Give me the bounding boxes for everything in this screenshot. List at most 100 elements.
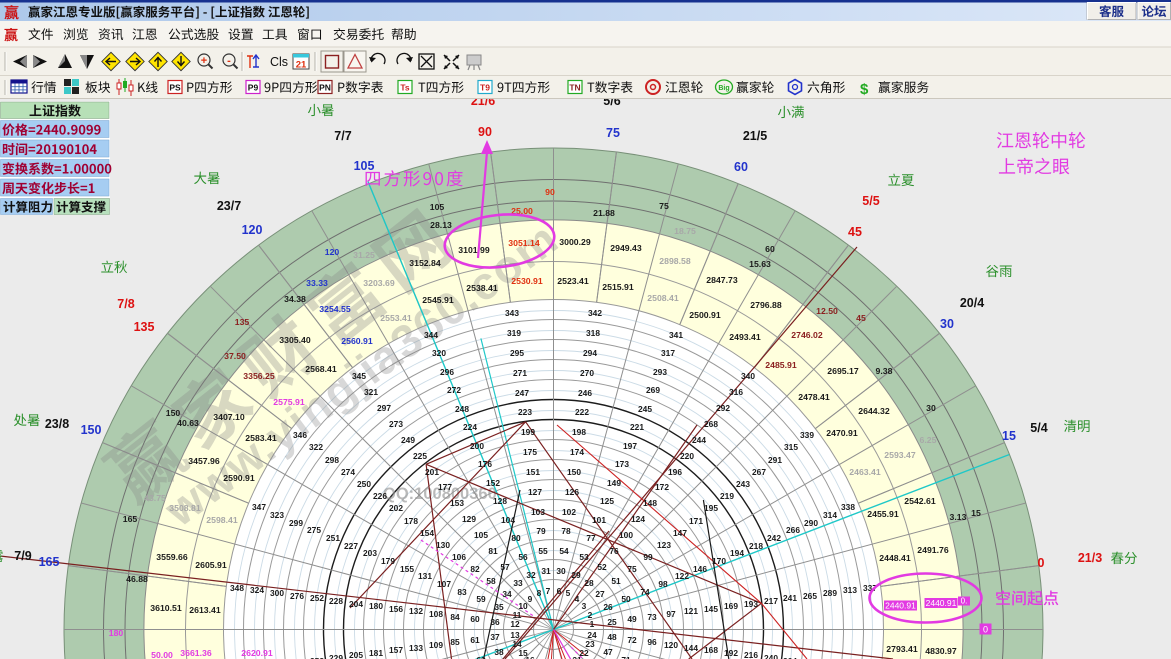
svg-text:146: 146 — [693, 564, 707, 574]
svg-text:18.75: 18.75 — [674, 226, 696, 236]
svg-text:227: 227 — [344, 541, 358, 551]
svg-text:79: 79 — [536, 526, 546, 536]
svg-text:145: 145 — [704, 604, 718, 614]
svg-text:2530.91: 2530.91 — [511, 276, 543, 286]
svg-text:342: 342 — [588, 308, 602, 318]
svg-text:299: 299 — [289, 518, 303, 528]
svg-text:225: 225 — [413, 451, 427, 461]
svg-text:47: 47 — [603, 647, 613, 657]
svg-text:0: 0 — [983, 625, 988, 635]
svg-text:177: 177 — [438, 482, 452, 492]
svg-text:72: 72 — [627, 635, 637, 645]
svg-text:32: 32 — [526, 570, 536, 580]
svg-text:229: 229 — [329, 653, 343, 659]
svg-text:218: 218 — [749, 541, 763, 551]
svg-text:244: 244 — [692, 435, 706, 445]
svg-text:3: 3 — [582, 601, 587, 611]
svg-text:+: + — [201, 55, 207, 67]
svg-text:35: 35 — [494, 602, 504, 612]
svg-text:319: 319 — [507, 328, 521, 338]
svg-text:241: 241 — [783, 593, 797, 603]
svg-text:2440.91: 2440.91 — [885, 601, 916, 611]
svg-text:293: 293 — [653, 367, 667, 377]
svg-text:20/4: 20/4 — [960, 296, 984, 310]
svg-text:269: 269 — [646, 385, 660, 395]
svg-text:121: 121 — [684, 606, 698, 616]
svg-text:2440.91: 2440.91 — [926, 598, 957, 608]
svg-text:96: 96 — [647, 637, 657, 647]
svg-text:273: 273 — [389, 419, 403, 429]
svg-text:296: 296 — [440, 367, 454, 377]
svg-text:7/7: 7/7 — [334, 129, 351, 143]
svg-text:2542.61: 2542.61 — [904, 496, 936, 506]
svg-text:181: 181 — [369, 648, 383, 658]
svg-text:151: 151 — [526, 467, 540, 477]
svg-text:3610.51: 3610.51 — [150, 603, 182, 613]
svg-text:216: 216 — [744, 650, 758, 659]
svg-text:57: 57 — [500, 562, 510, 572]
svg-text:6: 6 — [557, 586, 562, 596]
svg-text:2575.91: 2575.91 — [273, 397, 305, 407]
svg-text:180: 180 — [369, 601, 383, 611]
svg-text:8: 8 — [537, 588, 542, 598]
svg-text:321: 321 — [364, 387, 378, 397]
svg-text:128: 128 — [493, 496, 507, 506]
svg-text:2463.41: 2463.41 — [849, 467, 881, 477]
svg-text:291: 291 — [768, 455, 782, 465]
svg-text:252: 252 — [310, 593, 324, 603]
svg-text:31.25: 31.25 — [353, 250, 375, 260]
svg-text:192: 192 — [724, 648, 738, 658]
svg-text:127: 127 — [528, 487, 542, 497]
svg-text:316: 316 — [729, 387, 743, 397]
svg-text:2: 2 — [588, 610, 593, 620]
svg-text:30: 30 — [940, 317, 954, 331]
svg-text:3051.14: 3051.14 — [508, 238, 540, 248]
svg-text:155: 155 — [400, 564, 414, 574]
svg-text:100: 100 — [619, 530, 633, 540]
svg-text:250: 250 — [357, 479, 371, 489]
svg-text:2523.41: 2523.41 — [557, 276, 589, 286]
svg-text:201: 201 — [425, 467, 439, 477]
svg-text:26: 26 — [603, 602, 613, 612]
svg-text:59: 59 — [476, 594, 486, 604]
svg-text:2590.91: 2590.91 — [223, 473, 255, 483]
svg-text:205: 205 — [349, 650, 363, 659]
svg-text:275: 275 — [307, 525, 321, 535]
svg-text:131: 131 — [418, 571, 432, 581]
svg-text:28.13: 28.13 — [430, 220, 452, 230]
svg-text:T9: T9 — [480, 83, 490, 93]
svg-text:195: 195 — [704, 503, 718, 513]
svg-text:265: 265 — [803, 591, 817, 601]
svg-text:3.13: 3.13 — [950, 512, 967, 522]
svg-text:5: 5 — [566, 588, 571, 598]
svg-text:5/5: 5/5 — [862, 194, 879, 208]
svg-text:28: 28 — [584, 578, 594, 588]
svg-text:55: 55 — [538, 546, 548, 556]
svg-text:340: 340 — [741, 371, 755, 381]
svg-text:125: 125 — [600, 496, 614, 506]
svg-text:268: 268 — [704, 419, 718, 429]
svg-text:7/9: 7/9 — [14, 549, 31, 563]
svg-text:2598.41: 2598.41 — [206, 515, 238, 525]
svg-text:2500.91: 2500.91 — [689, 310, 721, 320]
svg-text:144: 144 — [684, 643, 698, 653]
svg-text:2605.91: 2605.91 — [195, 560, 227, 570]
svg-text:289: 289 — [823, 588, 837, 598]
svg-text:5/4: 5/4 — [1030, 421, 1047, 435]
svg-text:149: 149 — [607, 478, 621, 488]
svg-text:45: 45 — [856, 313, 866, 323]
svg-text:130: 130 — [436, 540, 450, 550]
svg-text:PN: PN — [319, 83, 331, 93]
svg-text:102: 102 — [562, 507, 576, 517]
svg-text:7: 7 — [546, 586, 551, 596]
svg-text:224: 224 — [463, 422, 477, 432]
svg-text:168: 168 — [704, 645, 718, 655]
svg-text:15: 15 — [971, 508, 981, 518]
svg-text:16: 16 — [525, 655, 535, 659]
svg-text:338: 338 — [841, 502, 855, 512]
svg-text:71: 71 — [621, 655, 631, 659]
svg-text:24: 24 — [587, 630, 597, 640]
svg-text:2560.91: 2560.91 — [341, 336, 373, 346]
svg-text:9: 9 — [528, 594, 533, 604]
svg-text:318: 318 — [586, 328, 600, 338]
